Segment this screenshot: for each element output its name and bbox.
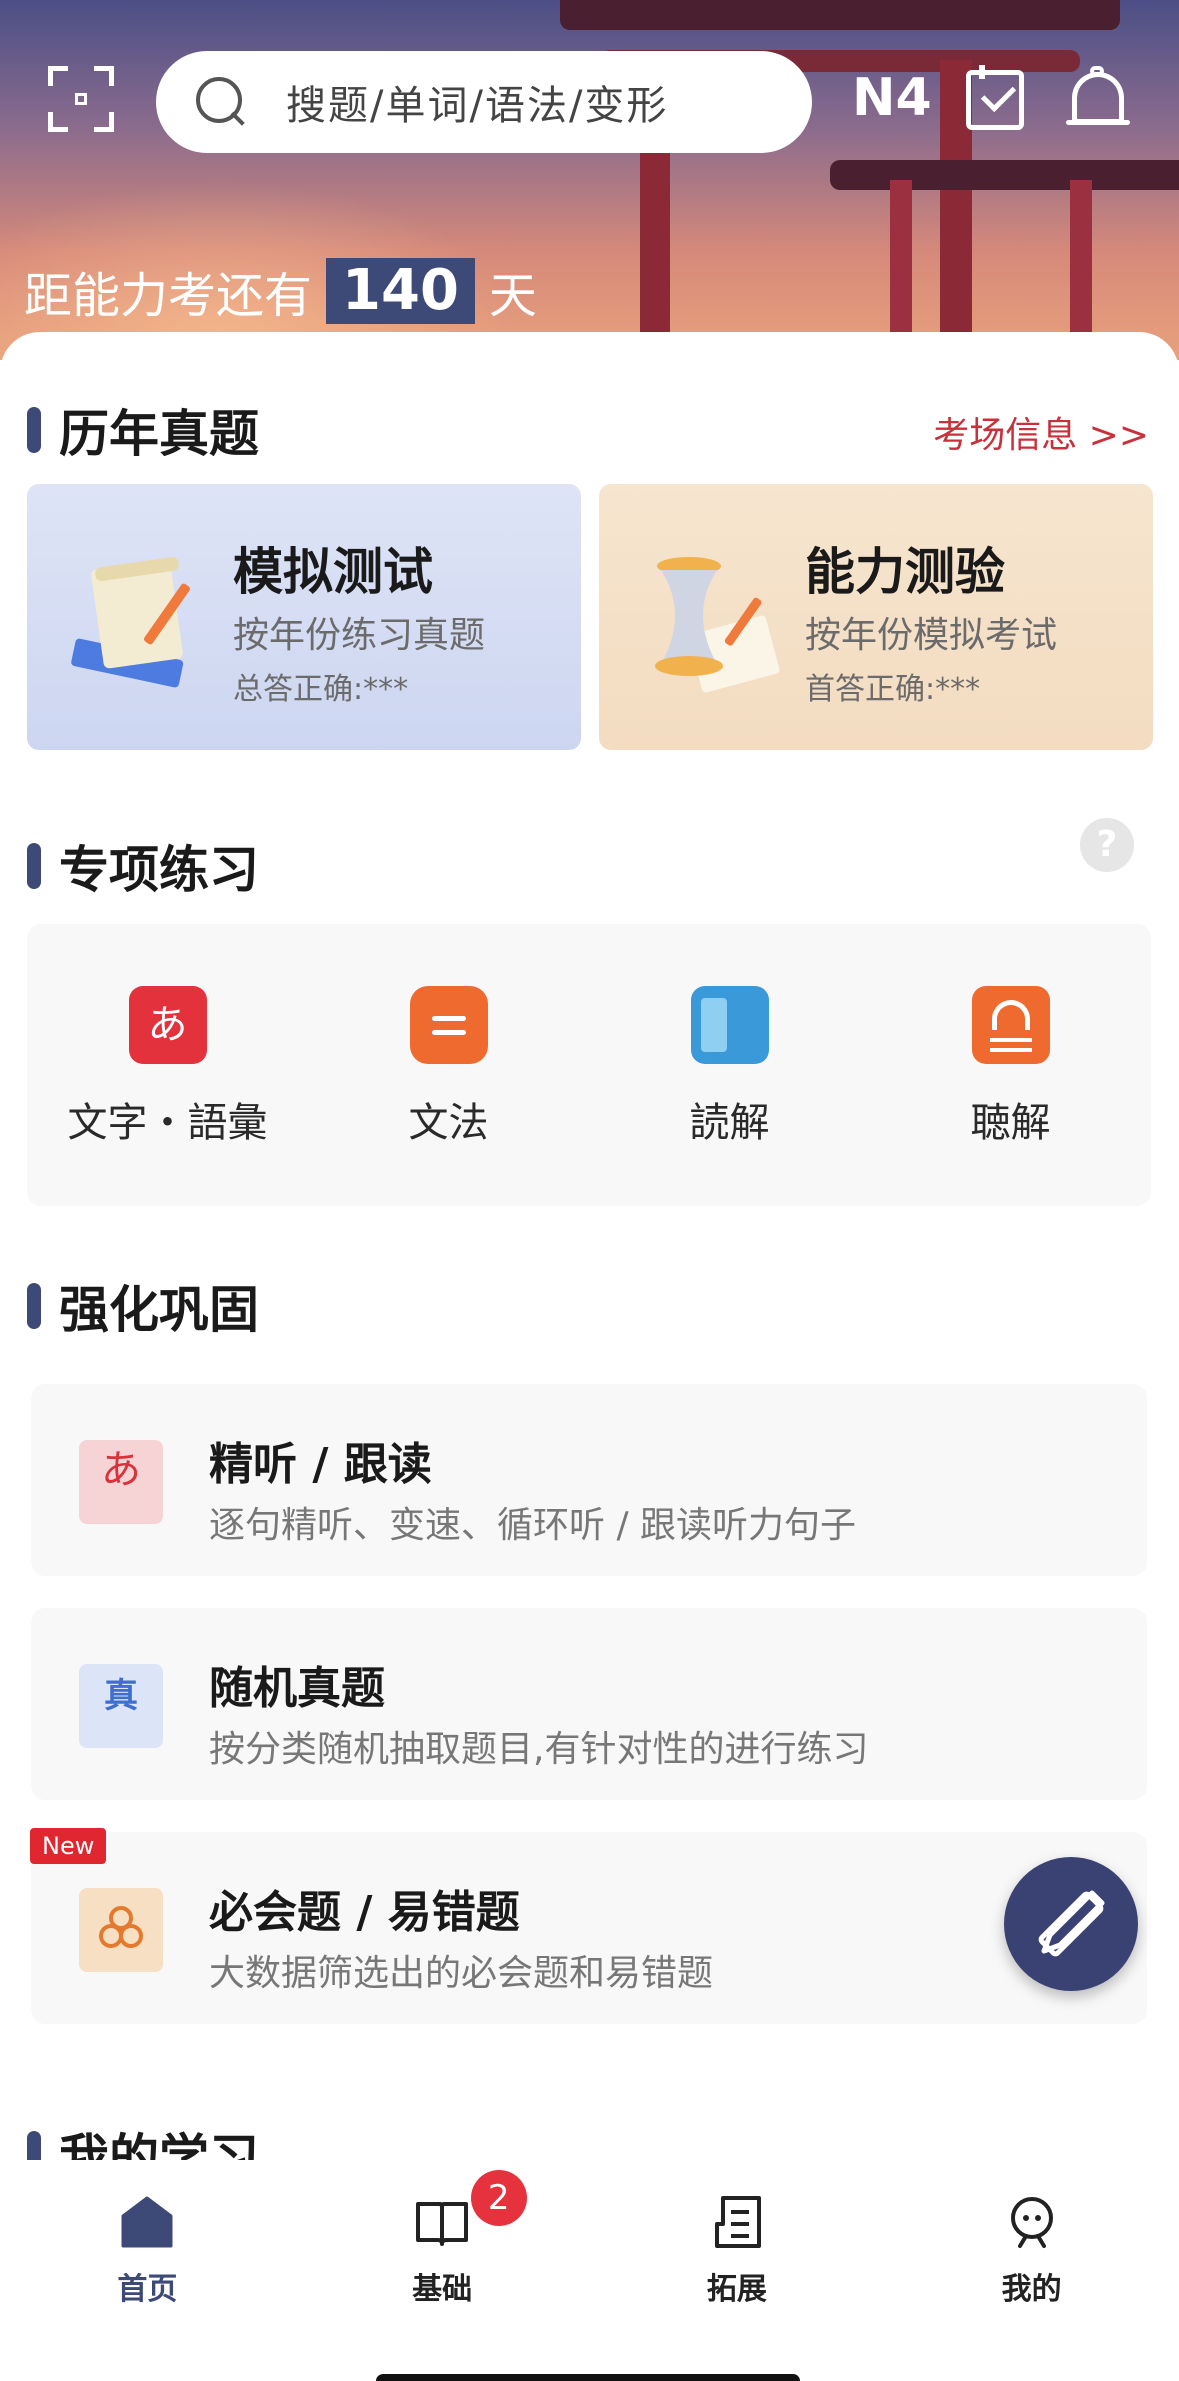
bell-icon[interactable] — [1066, 66, 1130, 136]
intensive-listening-title: 精听 / 跟读 — [209, 1439, 432, 1490]
ability-test-subtitle: 按年份模拟考试 — [805, 615, 1058, 656]
pencil-ruler-icon — [1038, 1890, 1105, 1957]
practice-grammar-label: 文法 — [408, 1100, 489, 1146]
must-know-card[interactable]: New 必会题 / 易错题 大数据筛选出的必会题和易错题 — [30, 1828, 1147, 2024]
listening-kana-icon: あ — [79, 1440, 163, 1524]
random-exam-subtitle: 按分类随机抽取题目,有针对性的进行练习 — [209, 1729, 869, 1770]
quick-practice-fab[interactable] — [1004, 1857, 1138, 1991]
checkin-calendar-icon[interactable] — [966, 65, 1024, 130]
scan-button[interactable] — [48, 66, 114, 132]
document-list-icon — [714, 2196, 761, 2248]
random-exam-icon: 真 — [79, 1664, 163, 1748]
main-content: 历年真题 考场信息 >> 模拟测试 按年份练习真题 总答正确:*** 能力测验 … — [0, 332, 1179, 2187]
help-icon[interactable]: ? — [1080, 818, 1134, 872]
exam-countdown: 距能力考还有 140 天 — [24, 256, 537, 326]
headphones-icon — [971, 986, 1050, 1064]
countdown-suffix: 天 — [488, 268, 537, 324]
hexagon-cluster-icon — [79, 1888, 163, 1972]
section-reinforce-title: 强化巩固 — [27, 1270, 259, 1342]
mock-test-card[interactable]: 模拟测试 按年份练习真题 总答正确:*** — [27, 484, 581, 750]
practice-listening-label: 聴解 — [970, 1100, 1051, 1146]
intensive-listening-card[interactable]: あ 精听 / 跟读 逐句精听、变速、循环听 / 跟读听力句子 — [31, 1384, 1147, 1576]
ability-test-card[interactable]: 能力测验 按年份模拟考试 首答正确:*** — [599, 484, 1153, 750]
home-indicator — [376, 2374, 800, 2381]
practice-reading-label: 読解 — [689, 1100, 770, 1146]
random-exam-title: 随机真题 — [209, 1663, 385, 1714]
practice-listening[interactable]: 聴解 — [870, 924, 1151, 1206]
mock-test-stat: 总答正确:*** — [233, 672, 409, 707]
tab-extend[interactable]: 拓展 — [590, 2160, 885, 2381]
tab-extend-label: 拓展 — [706, 2272, 767, 2307]
header-banner: 搜题/单词/语法/变形 N4 距能力考还有 140 天 — [0, 0, 1179, 360]
practice-reading[interactable]: 読解 — [589, 924, 870, 1206]
must-know-title: 必会题 / 易错题 — [209, 1887, 520, 1938]
level-selector[interactable]: N4 — [852, 68, 932, 128]
hourglass-icon — [655, 557, 780, 693]
home-icon — [121, 2196, 173, 2248]
mock-test-title: 模拟测试 — [233, 543, 433, 601]
kana-icon: あ — [128, 986, 207, 1064]
tab-basics-label: 基础 — [412, 2272, 473, 2307]
tab-home[interactable]: 首页 — [0, 2160, 295, 2381]
bottom-tab-bar: 首页 基础 2 拓展 我的 — [0, 2160, 1179, 2381]
practice-vocabulary[interactable]: あ 文字・語彙 — [27, 924, 308, 1206]
section-past-exams-title: 历年真题 — [27, 394, 259, 466]
open-book-icon — [690, 986, 769, 1064]
practice-grammar[interactable]: 文法 — [308, 924, 589, 1206]
tab-mine-label: 我的 — [1001, 2272, 1062, 2307]
search-placeholder: 搜题/单词/语法/变形 — [286, 83, 669, 129]
scan-icon — [75, 93, 87, 105]
ability-test-title: 能力测验 — [805, 543, 1005, 601]
new-badge: New — [30, 1828, 107, 1864]
notification-badge: 2 — [470, 2170, 527, 2226]
tab-mine[interactable]: 我的 — [884, 2160, 1179, 2381]
search-icon — [196, 77, 246, 127]
grammar-book-icon — [409, 986, 488, 1064]
must-know-subtitle: 大数据筛选出的必会题和易错题 — [209, 1953, 714, 1994]
random-exam-card[interactable]: 真 随机真题 按分类随机抽取题目,有针对性的进行练习 — [31, 1608, 1147, 1800]
book-icon — [416, 2202, 469, 2246]
intensive-listening-subtitle: 逐句精听、变速、循环听 / 跟读听力句子 — [209, 1505, 857, 1546]
special-practice-panel: あ 文字・語彙 文法 読解 聴解 — [27, 924, 1151, 1206]
mock-test-subtitle: 按年份练习真题 — [233, 615, 486, 656]
countdown-days: 140 — [326, 258, 475, 324]
practice-vocabulary-label: 文字・語彙 — [67, 1100, 268, 1146]
tab-basics[interactable]: 基础 2 — [295, 2160, 590, 2381]
countdown-prefix: 距能力考还有 — [24, 268, 313, 324]
exam-site-info-link[interactable]: 考场信息 >> — [933, 406, 1149, 458]
search-bar[interactable]: 搜题/单词/语法/变形 — [156, 51, 812, 153]
ability-test-stat: 首答正确:*** — [805, 672, 981, 707]
tab-home-label: 首页 — [117, 2272, 178, 2307]
section-special-practice-title: 专项练习 — [27, 830, 259, 902]
profile-icon — [1010, 2197, 1053, 2248]
notepad-pencil-icon — [71, 556, 190, 688]
